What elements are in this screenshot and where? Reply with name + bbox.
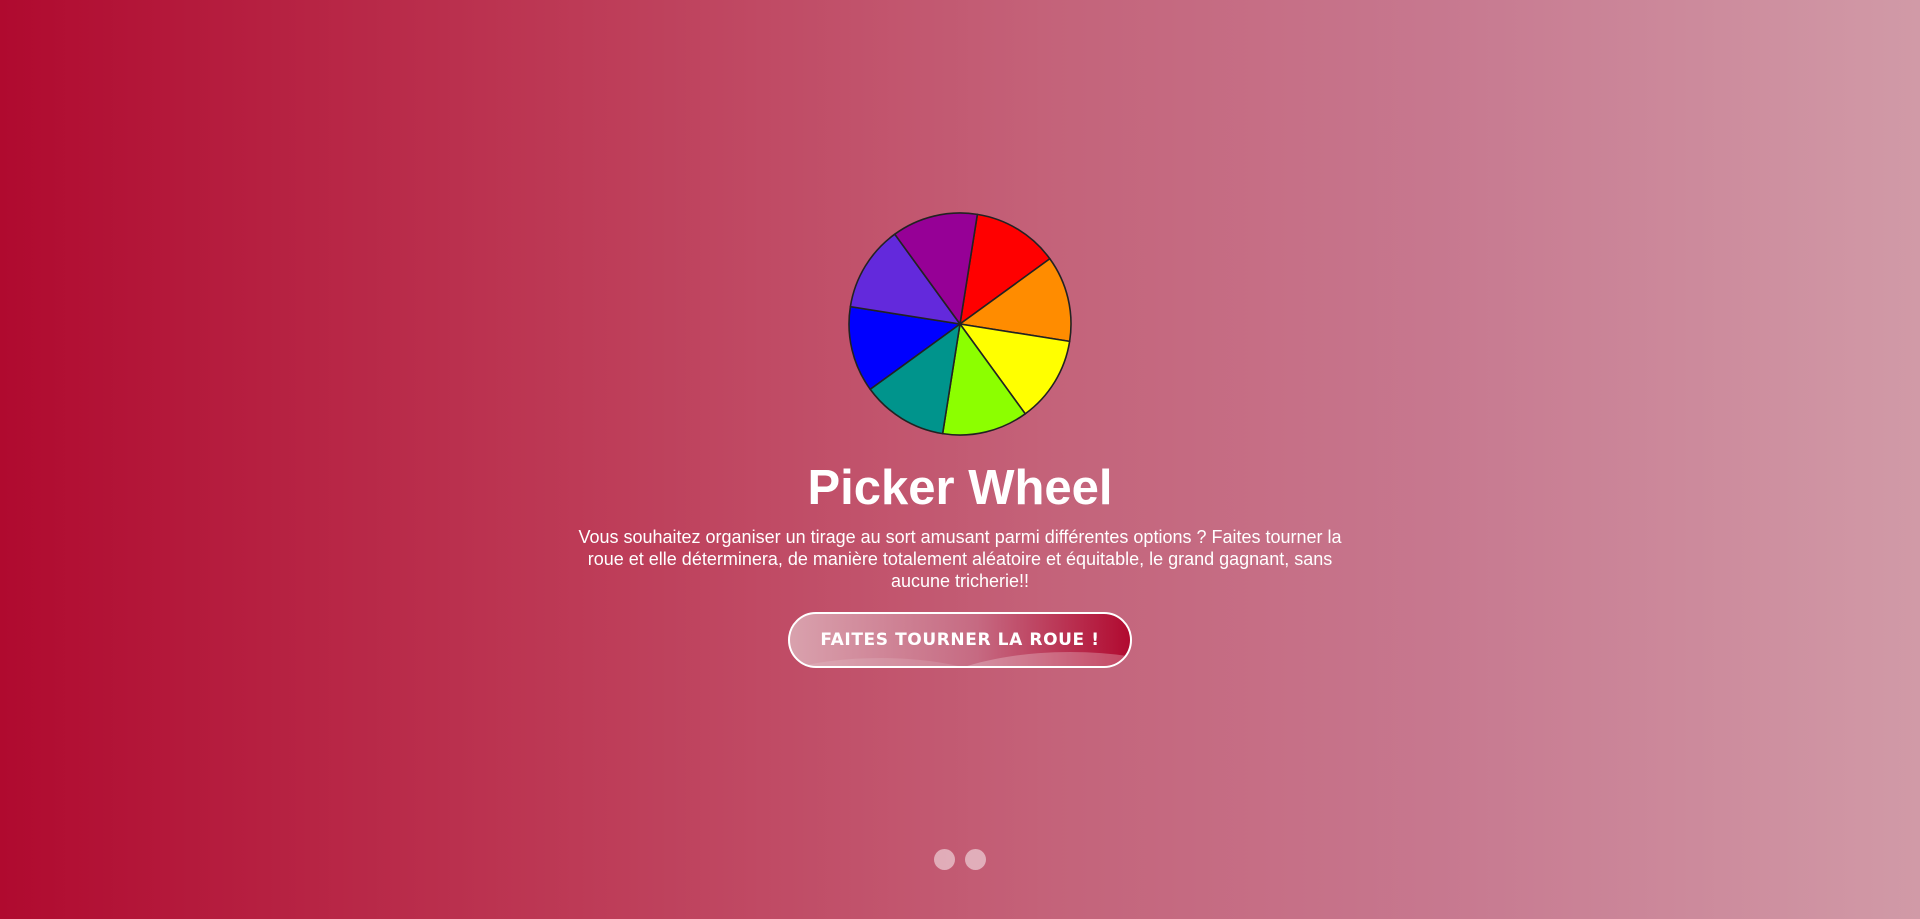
carousel-dot-1[interactable]	[934, 849, 955, 870]
page-description: Vous souhaitez organiser un tirage au so…	[578, 527, 1342, 591]
spin-wheel-button-label: FAITES TOURNER LA ROUE !	[820, 630, 1100, 650]
picker-wheel-icon	[848, 212, 1072, 436]
page-title: Picker Wheel	[807, 461, 1113, 515]
carousel-pagination	[934, 849, 986, 871]
carousel-dot-2[interactable]	[965, 849, 986, 870]
landing-screen: Picker Wheel Vous souhaitez organiser un…	[0, 0, 1920, 919]
spin-wheel-button[interactable]: FAITES TOURNER LA ROUE !	[788, 612, 1132, 668]
